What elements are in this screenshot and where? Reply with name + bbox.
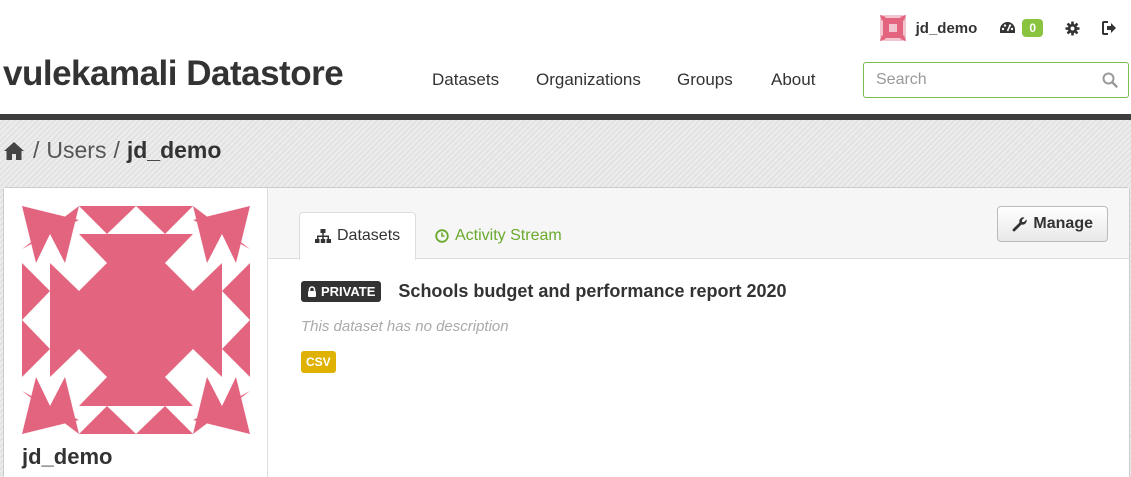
- masthead: jd_demo 0 vulekamali Datastore Datasets …: [0, 0, 1131, 120]
- tab-activity-stream-label: Activity Stream: [455, 227, 562, 244]
- dataset-description: This dataset has no description: [301, 318, 509, 335]
- account-username[interactable]: jd_demo: [916, 20, 978, 37]
- clock-icon: [435, 229, 449, 243]
- site-title[interactable]: vulekamali Datastore: [3, 54, 344, 94]
- private-badge: PRIVATE: [301, 281, 382, 302]
- breadcrumb-current[interactable]: jd_demo: [127, 137, 222, 164]
- search-icon[interactable]: [1102, 72, 1118, 93]
- tab-bar: Datasets Activity Stream Manage: [268, 188, 1129, 260]
- breadcrumb-separator: /: [33, 137, 40, 163]
- main-wrapper: jd_demo Datasets Activity Stream Manage …: [3, 187, 1130, 477]
- primary-content: Datasets Activity Stream Manage PRIVATE …: [268, 188, 1129, 477]
- tab-datasets-label: Datasets: [337, 227, 401, 244]
- dashboard-link[interactable]: 0: [999, 19, 1043, 37]
- search-box: [863, 62, 1129, 98]
- nav-about[interactable]: About: [771, 70, 815, 90]
- format-badge-csv[interactable]: CSV: [301, 351, 336, 373]
- nav-organizations[interactable]: Organizations: [536, 70, 641, 90]
- dashboard-icon: [1000, 22, 1016, 33]
- profile-name: jd_demo: [22, 444, 113, 469]
- nav-groups[interactable]: Groups: [677, 70, 733, 90]
- dataset-title-link[interactable]: Schools budget and performance report 20…: [398, 281, 786, 302]
- home-icon[interactable]: [3, 141, 25, 161]
- account-bar: jd_demo 0: [879, 12, 1131, 44]
- dataset-item: PRIVATE Schools budget and performance r…: [301, 281, 1101, 373]
- breadcrumb-users[interactable]: Users: [46, 137, 106, 164]
- nav-datasets[interactable]: Datasets: [432, 70, 499, 90]
- sign-out-icon[interactable]: [1102, 21, 1117, 35]
- profile-sidebar: jd_demo: [4, 188, 268, 477]
- manage-button[interactable]: Manage: [997, 206, 1108, 242]
- breadcrumb-separator: /: [113, 137, 120, 163]
- gear-icon[interactable]: [1065, 20, 1080, 36]
- private-badge-label: PRIVATE: [321, 284, 376, 299]
- search-input[interactable]: [876, 64, 1096, 96]
- breadcrumb: / Users / jd_demo: [3, 137, 221, 164]
- lock-icon: [308, 286, 316, 297]
- user-avatar-icon[interactable]: [879, 15, 906, 41]
- profile-avatar: [22, 206, 250, 434]
- dashboard-count-badge: 0: [1022, 19, 1043, 37]
- manage-button-label: Manage: [1033, 215, 1093, 232]
- sitemap-icon: [315, 229, 331, 243]
- tab-datasets[interactable]: Datasets: [299, 212, 417, 260]
- wrench-icon: [1013, 217, 1028, 232]
- tab-activity-stream[interactable]: Activity Stream: [420, 212, 577, 260]
